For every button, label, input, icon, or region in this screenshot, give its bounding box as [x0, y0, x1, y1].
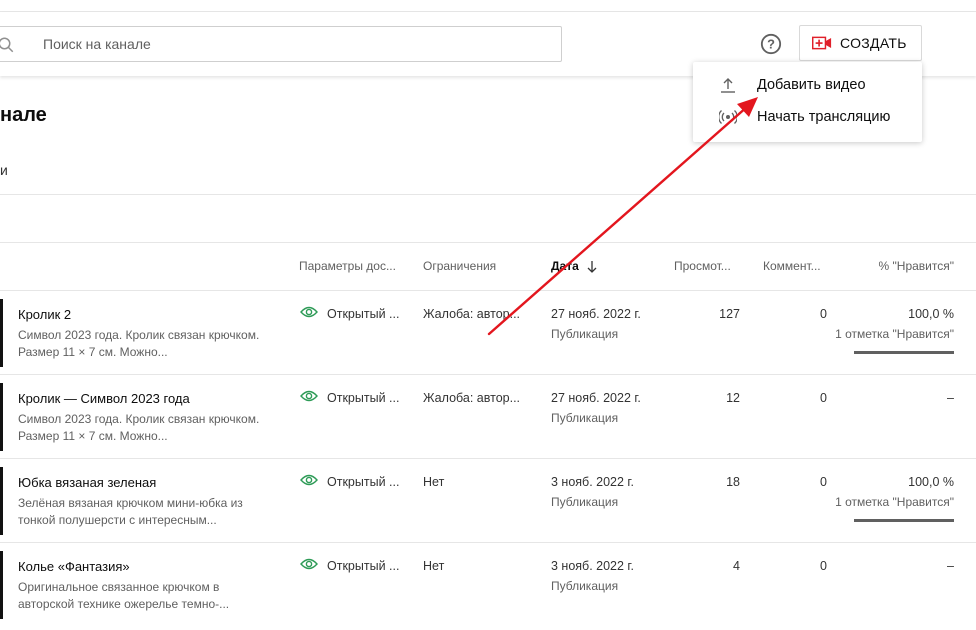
upload-icon [721, 78, 735, 93]
video-title[interactable]: Кролик — Символ 2023 года [18, 391, 190, 406]
search-icon[interactable] [0, 36, 15, 54]
restriction-value[interactable]: Жалоба: автор... [423, 391, 520, 405]
eye-icon [300, 390, 318, 402]
live-icon [719, 110, 737, 124]
page-title: нале [0, 104, 47, 126]
video-thumbnail[interactable] [0, 551, 3, 619]
top-divider [0, 0, 976, 12]
video-description: Символ 2023 года. Кролик связан крючком.… [18, 328, 260, 359]
likes-count: 1 отметка "Нравится" [835, 495, 954, 509]
video-description: Символ 2023 года. Кролик связан крючком.… [18, 412, 260, 443]
views-value: 4 [733, 559, 740, 573]
video-thumbnail[interactable] [0, 467, 3, 535]
views-value: 12 [726, 391, 740, 405]
video-title[interactable]: Колье «Фантазия» [18, 559, 130, 574]
video-thumbnail[interactable] [0, 299, 3, 367]
menu-item-label: Начать трансляцию [757, 109, 891, 125]
create-button-label: СОЗДАТЬ [840, 35, 907, 51]
menu-item-go-live[interactable]: Начать трансляцию [693, 101, 922, 133]
eye-icon [300, 474, 318, 486]
date-value: 3 нояб. 2022 г. [551, 475, 634, 489]
svg-text:?: ? [767, 37, 775, 52]
table-row[interactable]: Кролик — Символ 2023 года Символ 2023 го… [0, 374, 976, 458]
channel-search-box[interactable] [0, 26, 562, 62]
date-status: Публикация [551, 579, 619, 593]
help-icon[interactable]: ? [760, 33, 782, 55]
likes-percent: 100,0 % [908, 475, 954, 489]
likes-percent: 100,0 % [908, 307, 954, 321]
date-status: Публикация [551, 327, 619, 341]
video-title[interactable]: Кролик 2 [18, 307, 71, 322]
date-status: Публикация [551, 495, 619, 509]
eye-icon [300, 306, 318, 318]
column-header-date[interactable]: Дата [551, 259, 579, 273]
visibility-value[interactable]: Открытый ... [327, 475, 399, 489]
date-value: 27 нояб. 2022 г. [551, 307, 641, 321]
eye-icon [300, 558, 318, 570]
date-value: 27 нояб. 2022 г. [551, 391, 641, 405]
video-description: Оригинальное связанное крючком в авторск… [18, 580, 230, 611]
menu-item-upload-video[interactable]: Добавить видео [693, 69, 922, 101]
tab-partial[interactable]: и [0, 162, 8, 178]
video-thumbnail[interactable] [0, 383, 3, 451]
visibility-value[interactable]: Открытый ... [327, 307, 399, 321]
column-header-likes[interactable]: % "Нравится" [830, 259, 954, 273]
create-menu: Добавить видео Начать трансляцию [693, 62, 922, 142]
table-row[interactable]: Колье «Фантазия» Оригинальное связанное … [0, 542, 976, 626]
video-title[interactable]: Юбка вязаная зеленая [18, 475, 156, 490]
visibility-value[interactable]: Открытый ... [327, 559, 399, 573]
create-video-icon [812, 36, 832, 50]
restriction-value[interactable]: Жалоба: автор... [423, 307, 520, 321]
likes-percent: – [947, 559, 954, 573]
column-header-comments[interactable]: Коммент... [763, 259, 821, 273]
views-value: 18 [726, 475, 740, 489]
menu-item-label: Добавить видео [757, 77, 866, 93]
create-button[interactable]: СОЗДАТЬ [799, 25, 922, 61]
column-header-views[interactable]: Просмот... [674, 259, 731, 273]
video-description: Зелёная вязаная крючком мини-юбка из тон… [18, 496, 243, 527]
search-input[interactable] [43, 27, 543, 61]
filter-divider [0, 242, 976, 243]
likes-percent: – [947, 391, 954, 405]
date-status: Публикация [551, 411, 619, 425]
visibility-value[interactable]: Открытый ... [327, 391, 399, 405]
column-header-visibility[interactable]: Параметры дос... [299, 259, 396, 273]
views-value: 127 [719, 307, 740, 321]
tabs-divider [0, 194, 976, 195]
table-row[interactable]: Кролик 2 Символ 2023 года. Кролик связан… [0, 290, 976, 374]
table-row[interactable]: Юбка вязаная зеленая Зелёная вязаная крю… [0, 458, 976, 542]
restriction-value[interactable]: Нет [423, 559, 444, 573]
likes-count: 1 отметка "Нравится" [835, 327, 954, 341]
date-value: 3 нояб. 2022 г. [551, 559, 634, 573]
likes-bar [854, 519, 954, 522]
column-header-restrictions[interactable]: Ограничения [423, 259, 496, 273]
restriction-value[interactable]: Нет [423, 475, 444, 489]
likes-bar [854, 351, 954, 354]
sort-down-icon[interactable] [586, 260, 598, 274]
